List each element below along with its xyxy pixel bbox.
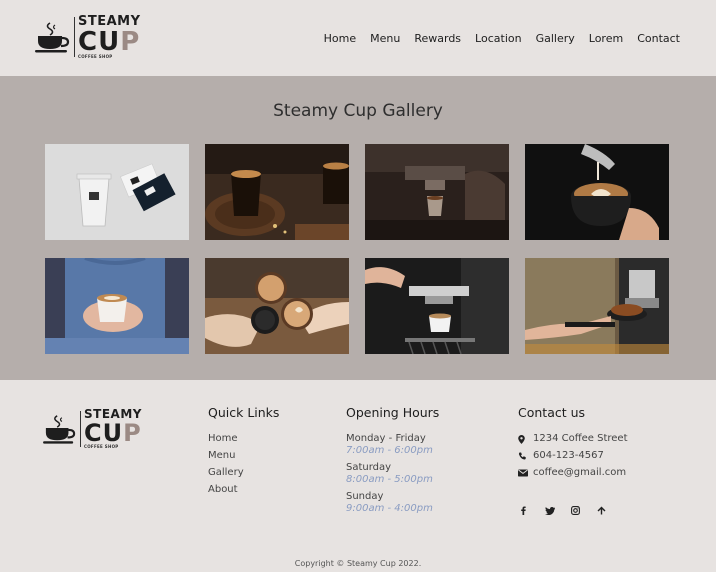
social-links [518,505,607,516]
contact-phone[interactable]: 604-123-4567 [518,450,628,462]
brand-logo[interactable]: STEAMY CUP COFFEE SHOP [34,15,141,59]
hours-time: 9:00am - 4:00pm [346,503,433,514]
brand-tagline: COFFEE SHOP [78,54,113,59]
site-header: STEAMY CUP COFFEE SHOP Home Menu Rewards… [0,0,716,76]
opening-hours-title: Opening Hours [346,405,440,420]
site-footer: STEAMY CUP COFFEE SHOP Quick Links Home … [0,380,716,572]
map-marker-icon [518,434,530,444]
arrow-up-icon[interactable] [596,505,607,516]
brand-word-cup: CUP [84,419,142,447]
quick-links-column: Quick Links Home Menu Gallery About [208,405,279,501]
nav-lorem[interactable]: Lorem [589,32,623,45]
nav-rewards[interactable]: Rewards [414,32,461,45]
contact-column: Contact us 1234 Coffee Street 604-123-45… [518,405,628,484]
quick-links-title: Quick Links [208,405,280,420]
contact-email[interactable]: coffee@gmail.com [518,467,628,479]
espresso-machine-image[interactable] [365,258,509,354]
footer-link-about[interactable]: About [208,484,279,496]
contact-address-text: 1234 Coffee Street [533,433,628,444]
gallery-title: Steamy Cup Gallery [273,101,443,121]
main-nav: Home Menu Rewards Location Gallery Lorem… [324,32,680,45]
nav-contact[interactable]: Contact [637,32,680,45]
nav-location[interactable]: Location [475,32,522,45]
grinder-portafilter-image[interactable] [525,258,669,354]
brand-word-cup: CUP [78,27,141,57]
coffee-cup-icon [43,414,76,444]
nav-gallery[interactable]: Gallery [536,32,575,45]
phone-icon [518,452,530,460]
footer-link-home[interactable]: Home [208,433,279,445]
brand-tagline: COFFEE SHOP [84,444,119,449]
hours-time: 7:00am - 6:00pm [346,445,433,456]
copyright-text: Copyright © Steamy Cup 2022. [294,559,422,568]
footer-link-gallery[interactable]: Gallery [208,467,279,479]
branded-cups-and-cards-image[interactable] [45,144,189,240]
twitter-icon[interactable] [544,505,555,516]
instagram-icon[interactable] [570,505,581,516]
opening-hours-column: Opening Hours Monday - Friday 7:00am - 6… [346,405,439,520]
contact-title: Contact us [518,405,586,420]
contact-phone-text: 604-123-4567 [533,450,604,461]
nav-menu[interactable]: Menu [370,32,400,45]
hours-time: 8:00am - 5:00pm [346,474,433,485]
latte-art-pour-image[interactable] [525,144,669,240]
hours-day: Monday - Friday [346,433,426,444]
logo-divider [80,410,81,447]
espresso-glass-on-wood-image[interactable] [205,144,349,240]
footer-brand-logo[interactable]: STEAMY CUP COFFEE SHOP [42,408,142,449]
nav-home[interactable]: Home [324,32,356,45]
coffee-cup-icon [35,22,70,53]
contact-email-text: coffee@gmail.com [533,467,627,478]
contact-address: 1234 Coffee Street [518,433,628,445]
envelope-icon [518,469,530,477]
hours-day: Saturday [346,462,392,473]
cups-toast-image[interactable] [205,258,349,354]
facebook-icon[interactable] [518,505,529,516]
woman-holding-cappuccino-image[interactable] [45,258,189,354]
footer-link-menu[interactable]: Menu [208,450,279,462]
gallery-section: Steamy Cup Gallery [0,76,716,380]
espresso-extraction-image[interactable] [365,144,509,240]
logo-divider [74,17,75,57]
hours-day: Sunday [346,491,384,502]
